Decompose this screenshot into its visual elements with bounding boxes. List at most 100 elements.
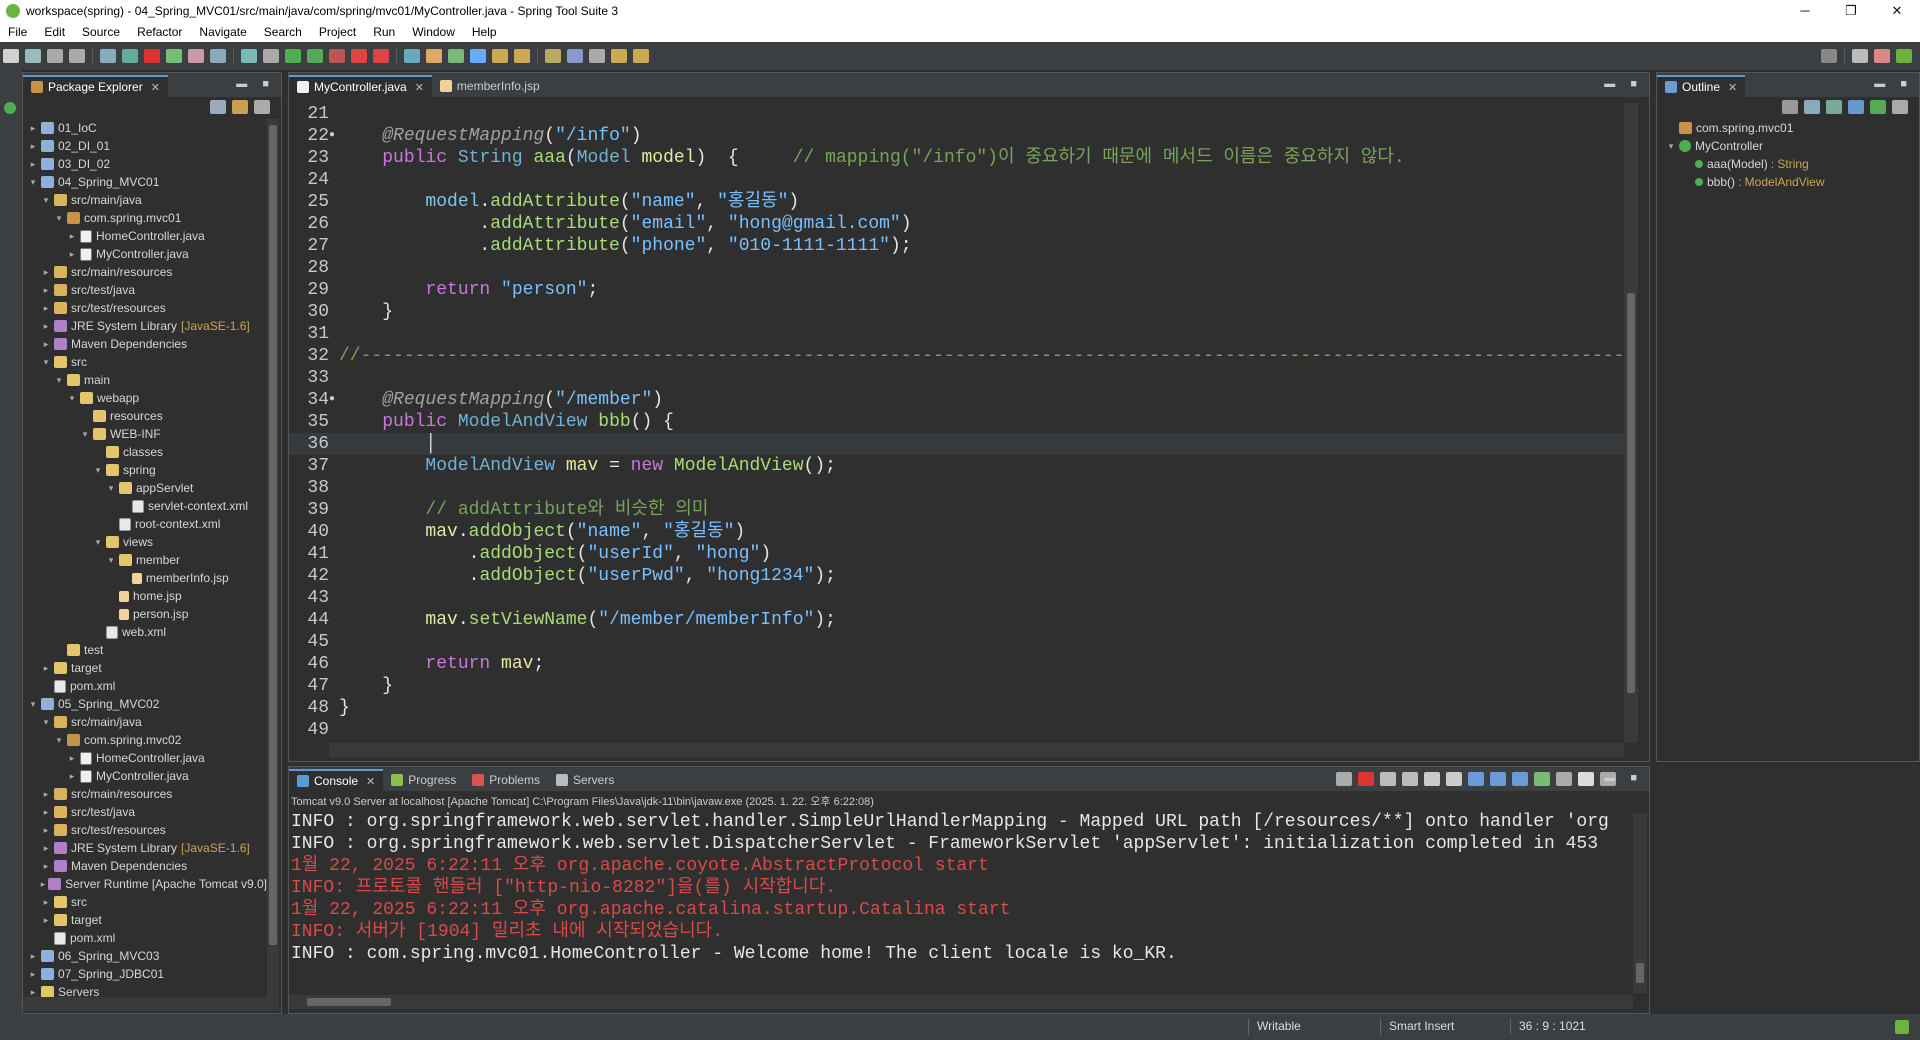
hide-fields-icon[interactable] bbox=[1804, 100, 1820, 114]
outline-item[interactable]: aaa(Model): String bbox=[1661, 155, 1911, 173]
run-icon[interactable] bbox=[166, 49, 182, 63]
tree-item[interactable]: ▸ 03_DI_02 bbox=[23, 155, 267, 173]
tree-item[interactable]: servlet-context.xml bbox=[23, 497, 267, 515]
pin-console-icon[interactable] bbox=[1534, 772, 1550, 786]
collapsed-chevron-icon[interactable]: ▸ bbox=[40, 321, 52, 332]
code-line[interactable]: 38 bbox=[289, 477, 1624, 499]
tree-item[interactable]: ▸ Maven Dependencies bbox=[23, 857, 267, 875]
last-edit-icon[interactable] bbox=[492, 49, 508, 63]
tree-item[interactable]: ▸ src/test/resources bbox=[23, 299, 267, 317]
tree-item[interactable]: ▾ src bbox=[23, 353, 267, 371]
focus-icon[interactable] bbox=[1870, 100, 1886, 114]
code-editor[interactable]: 21 22 ● @RequestMapping("/info") 23 public … bbox=[289, 103, 1624, 743]
pin-icon[interactable] bbox=[514, 49, 530, 63]
tree-item[interactable]: pom.xml bbox=[23, 929, 267, 947]
tree-item[interactable]: ▾ spring bbox=[23, 461, 267, 479]
expanded-chevron-icon[interactable]: ▾ bbox=[92, 537, 104, 548]
collapsed-chevron-icon[interactable]: ▸ bbox=[27, 987, 39, 998]
tab-outline[interactable]: Outline ✕ bbox=[1657, 75, 1746, 97]
code-line[interactable]: 23 public String aaa(Model model) { // m… bbox=[289, 147, 1624, 169]
collapsed-chevron-icon[interactable]: ▸ bbox=[40, 267, 52, 278]
tree-item[interactable]: ▸ src/test/java bbox=[23, 803, 267, 821]
view-menu-icon[interactable] bbox=[1892, 100, 1908, 114]
tree-item[interactable]: root-context.xml bbox=[23, 515, 267, 533]
collapsed-chevron-icon[interactable]: ▸ bbox=[40, 915, 52, 926]
tree-item[interactable]: pom.xml bbox=[23, 677, 267, 695]
external-tools-icon[interactable] bbox=[188, 49, 204, 63]
tree-item[interactable]: ▸ src/test/java bbox=[23, 281, 267, 299]
tree-item[interactable]: ▾ views bbox=[23, 533, 267, 551]
code-line[interactable]: 42 . addObject("userPwd", "hong1234"); bbox=[289, 565, 1624, 587]
collapsed-chevron-icon[interactable]: ▸ bbox=[40, 879, 46, 890]
tree-item[interactable]: ▸ MyController.java bbox=[23, 767, 267, 785]
tree-item[interactable]: ▸ 02_DI_01 bbox=[23, 137, 267, 155]
tree-item[interactable]: ▾ src/main/java bbox=[23, 713, 267, 731]
code-line[interactable]: 24 bbox=[289, 169, 1624, 191]
code-line[interactable]: 21 bbox=[289, 103, 1624, 125]
outline-item[interactable]: com.spring.mvc01 bbox=[1661, 119, 1911, 137]
menu-source[interactable]: Source bbox=[74, 25, 129, 39]
show-stderr-icon[interactable] bbox=[1512, 772, 1528, 786]
collapsed-chevron-icon[interactable]: ▸ bbox=[27, 951, 39, 962]
word-wrap-icon[interactable] bbox=[1468, 772, 1484, 786]
tree-item[interactable]: ▸ JRE System Library [JavaSE-1.6] bbox=[23, 839, 267, 857]
menu-edit[interactable]: Edit bbox=[36, 25, 74, 39]
code-line[interactable]: 30 } bbox=[289, 301, 1624, 323]
expanded-chevron-icon[interactable]: ▾ bbox=[53, 375, 65, 386]
tree-item[interactable]: ▸ src/main/resources bbox=[23, 263, 267, 281]
collapsed-chevron-icon[interactable]: ▸ bbox=[40, 825, 52, 836]
tree-item[interactable]: ▸ 07_Spring_JDBC01 bbox=[23, 965, 267, 983]
expanded-chevron-icon[interactable]: ▾ bbox=[66, 393, 78, 404]
remove-all-icon[interactable] bbox=[1402, 772, 1418, 786]
tree-item[interactable]: classes bbox=[23, 443, 267, 461]
collapsed-chevron-icon[interactable]: ▸ bbox=[40, 789, 52, 800]
code-line[interactable]: 37 ModelAndView mav = new ModelAndView()… bbox=[289, 455, 1624, 477]
editor-vscrollbar[interactable] bbox=[1624, 103, 1638, 743]
code-line[interactable]: 47 } bbox=[289, 675, 1624, 697]
collapsed-chevron-icon[interactable]: ▸ bbox=[27, 141, 39, 152]
tree-item[interactable]: ▾ webapp bbox=[23, 389, 267, 407]
menu-help[interactable]: Help bbox=[464, 25, 506, 39]
expanded-chevron-icon[interactable]: ▾ bbox=[79, 429, 91, 440]
spring-status-icon[interactable] bbox=[1895, 1020, 1909, 1034]
tab-memberinfo-jsp[interactable]: memberInfo.jsp bbox=[432, 75, 548, 97]
new-spring-project-icon[interactable] bbox=[241, 49, 257, 63]
minimize-button[interactable]: ─ bbox=[1782, 3, 1828, 19]
expanded-chevron-icon[interactable]: ▾ bbox=[53, 735, 65, 746]
tree-item[interactable]: ▸ src bbox=[23, 893, 267, 911]
code-line[interactable]: 34 ● @RequestMapping("/member") bbox=[289, 389, 1624, 411]
tree-item[interactable]: ▸ MyController.java bbox=[23, 245, 267, 263]
code-line[interactable]: 32 //------------------------------------… bbox=[289, 345, 1624, 367]
menu-refactor[interactable]: Refactor bbox=[129, 25, 191, 39]
console-output[interactable]: INFO : org.springframework.web.servlet.h… bbox=[291, 811, 1631, 991]
collapsed-chevron-icon[interactable]: ▸ bbox=[40, 663, 52, 674]
collapsed-chevron-icon[interactable]: ▸ bbox=[40, 303, 52, 314]
coverage-icon[interactable] bbox=[210, 49, 226, 63]
tree-item[interactable]: ▸ src/test/resources bbox=[23, 821, 267, 839]
outline-item[interactable]: ▾ MyController bbox=[1661, 137, 1911, 155]
expanded-chevron-icon[interactable]: ▾ bbox=[105, 483, 117, 494]
collapsed-chevron-icon[interactable]: ▸ bbox=[40, 843, 52, 854]
open-type-icon[interactable] bbox=[122, 49, 138, 63]
open-console-icon[interactable] bbox=[1578, 772, 1594, 786]
terminate-icon[interactable] bbox=[1358, 772, 1374, 786]
tab-servers[interactable]: Servers bbox=[548, 769, 622, 791]
toggle-breadcrumb-icon[interactable] bbox=[351, 49, 367, 63]
back-icon[interactable] bbox=[448, 49, 464, 63]
close-tab-icon[interactable]: ✕ bbox=[151, 81, 160, 94]
server-status-icon[interactable] bbox=[4, 102, 16, 114]
expanded-chevron-icon[interactable]: ▾ bbox=[92, 465, 104, 476]
minimize-maximize-icons[interactable]: ▬ ■ bbox=[1874, 78, 1913, 90]
code-line[interactable]: 22 ● @RequestMapping("/info") bbox=[289, 125, 1624, 147]
tree-item[interactable]: memberInfo.jsp bbox=[23, 569, 267, 587]
tree-item[interactable]: ▾ 05_Spring_MVC02 bbox=[23, 695, 267, 713]
menu-navigate[interactable]: Navigate bbox=[191, 25, 255, 39]
display-console-icon[interactable] bbox=[1556, 772, 1572, 786]
code-line[interactable]: 35 public ModelAndView bbb() { bbox=[289, 411, 1624, 433]
collapsed-chevron-icon[interactable]: ▸ bbox=[66, 249, 78, 260]
new-java-package-icon[interactable] bbox=[263, 49, 279, 63]
collapsed-chevron-icon[interactable]: ▸ bbox=[40, 339, 52, 350]
console-vscrollbar[interactable] bbox=[1633, 813, 1647, 993]
outline-item[interactable]: bbb(): ModelAndView bbox=[1661, 173, 1911, 191]
next-annotation-icon[interactable] bbox=[404, 49, 420, 63]
